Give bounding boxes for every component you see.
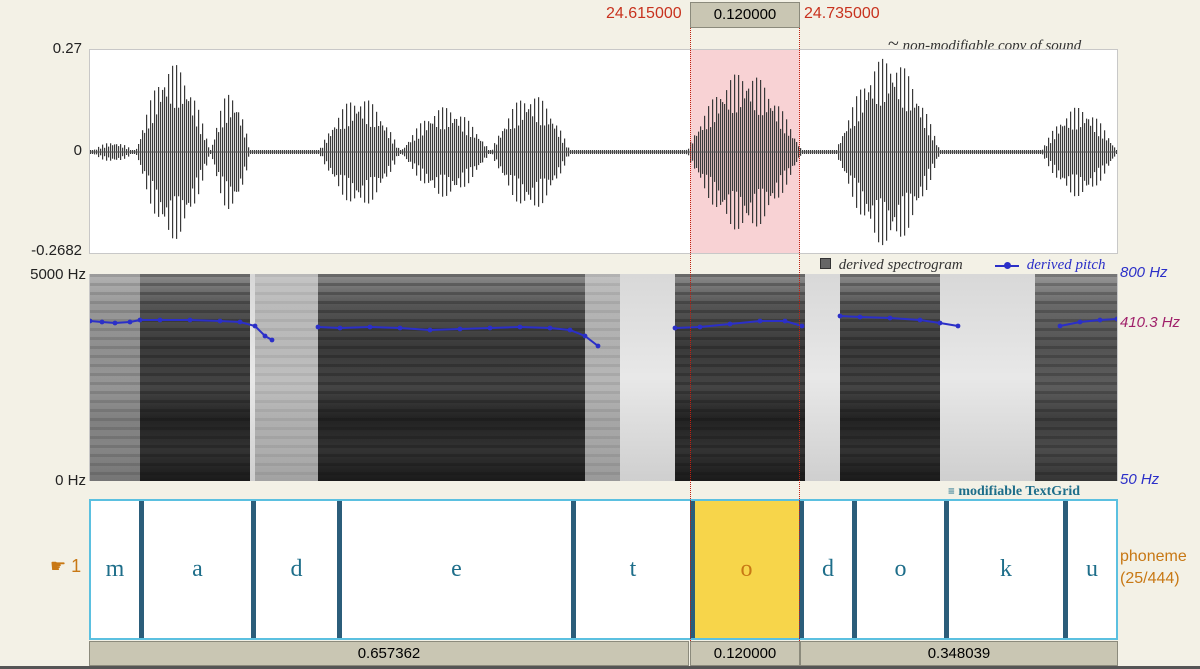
pitch-point [487,325,493,331]
pitch-point [237,319,243,325]
pitch-point [127,319,133,325]
pitch-point [217,318,223,324]
time-after-selection[interactable]: 0.348039 [800,641,1118,666]
selection-end-time: 24.735000 [804,5,880,22]
interval-label[interactable]: m [91,556,139,583]
pitch-point [582,333,588,339]
time-before-selection[interactable]: 0.657362 [89,641,689,666]
pitch-point [1097,317,1103,323]
textgrid-panel[interactable]: m a d e t o d o k u [89,499,1118,640]
pitch-point [99,319,105,325]
pitch-point [337,325,343,331]
pitch-point [187,317,193,323]
interval-label-selected[interactable]: o [694,556,799,583]
spectrogram-legend: derived spectrogram [820,257,963,274]
selection-start-line [690,28,691,641]
pitch-point [595,343,601,349]
interval-label[interactable]: a [144,556,251,583]
pitch-point [137,317,143,323]
pitch-max-label: 800 Hz [1120,264,1168,281]
pitch-line-icon [995,261,1019,269]
pitch-point [837,313,843,319]
pitch-point [917,317,923,323]
waveform-panel[interactable] [89,49,1118,254]
pitch-point [157,317,163,323]
pitch-point [727,321,733,327]
selection-start-time: 24.615000 [606,5,682,22]
pitch-min-label: 50 Hz [1120,471,1160,488]
tier-selector[interactable]: ☛ 1 [50,556,81,577]
spectrogram-legend-text: derived spectrogram [838,257,963,273]
pitch-point [1077,319,1083,325]
pitch-point [252,323,258,329]
pitch-point [457,326,463,332]
pitch-current-label: 410.3 Hz [1120,314,1181,331]
waveform-ymin-label: -0.2682 [31,242,82,259]
selection-end-line [799,28,800,641]
pitch-point [427,327,433,333]
pitch-point [547,325,553,331]
tier-count: (25/444) [1120,570,1180,587]
pitch-point [697,324,703,330]
pitch-point [887,315,893,321]
textgrid-title-text: modifiable TextGrid [958,484,1081,499]
pitch-point [567,327,573,333]
textgrid-title: ≡ modifiable TextGrid [948,484,1080,500]
interval-label[interactable]: d [804,556,852,583]
pitch-point [1057,323,1063,329]
interval-label[interactable]: d [256,556,337,583]
pitch-point [269,337,275,343]
interval-label[interactable]: o [857,556,944,583]
tier-info: phoneme (25/444) [1120,546,1187,590]
interval-label[interactable]: e [342,556,571,583]
pitch-legend: derived pitch [995,257,1105,274]
pitch-point [857,314,863,320]
waveform-svg [90,50,1117,253]
pitch-point [955,323,961,329]
pitch-point [112,320,118,326]
pitch-point [757,318,763,324]
pitch-point [517,324,523,330]
pitch-point [937,320,943,326]
time-selection[interactable]: 0.120000 [690,641,800,666]
interval-label[interactable]: k [949,556,1063,583]
pitch-point [672,325,678,331]
pitch-point [367,324,373,330]
spectrogram-freq-min-label: 0 Hz [55,472,86,489]
spectrogram-swatch-icon [820,258,831,269]
spectrogram-panel[interactable] [89,274,1118,481]
pitch-point [782,318,788,324]
pitch-point [262,333,268,339]
pointing-hand-icon: ☛ [50,556,67,576]
selection-duration-box[interactable]: 0.120000 [690,2,800,28]
tier-number: 1 [71,556,82,576]
pitch-legend-text: derived pitch [1026,257,1106,273]
interval-label[interactable]: t [576,556,690,583]
textgrid-icon: ≡ [948,484,955,498]
pitch-point [315,324,321,330]
interval-label[interactable]: u [1068,556,1116,583]
waveform-ymax-label: 0.27 [52,40,82,57]
spectrogram-freq-max-label: 5000 Hz [30,266,86,283]
waveform-zero-label: 0 [73,142,82,159]
tier-name: phoneme [1120,548,1187,565]
pitch-point [799,323,805,329]
pitch-point [397,325,403,331]
spectrogram-svg [90,274,1117,481]
